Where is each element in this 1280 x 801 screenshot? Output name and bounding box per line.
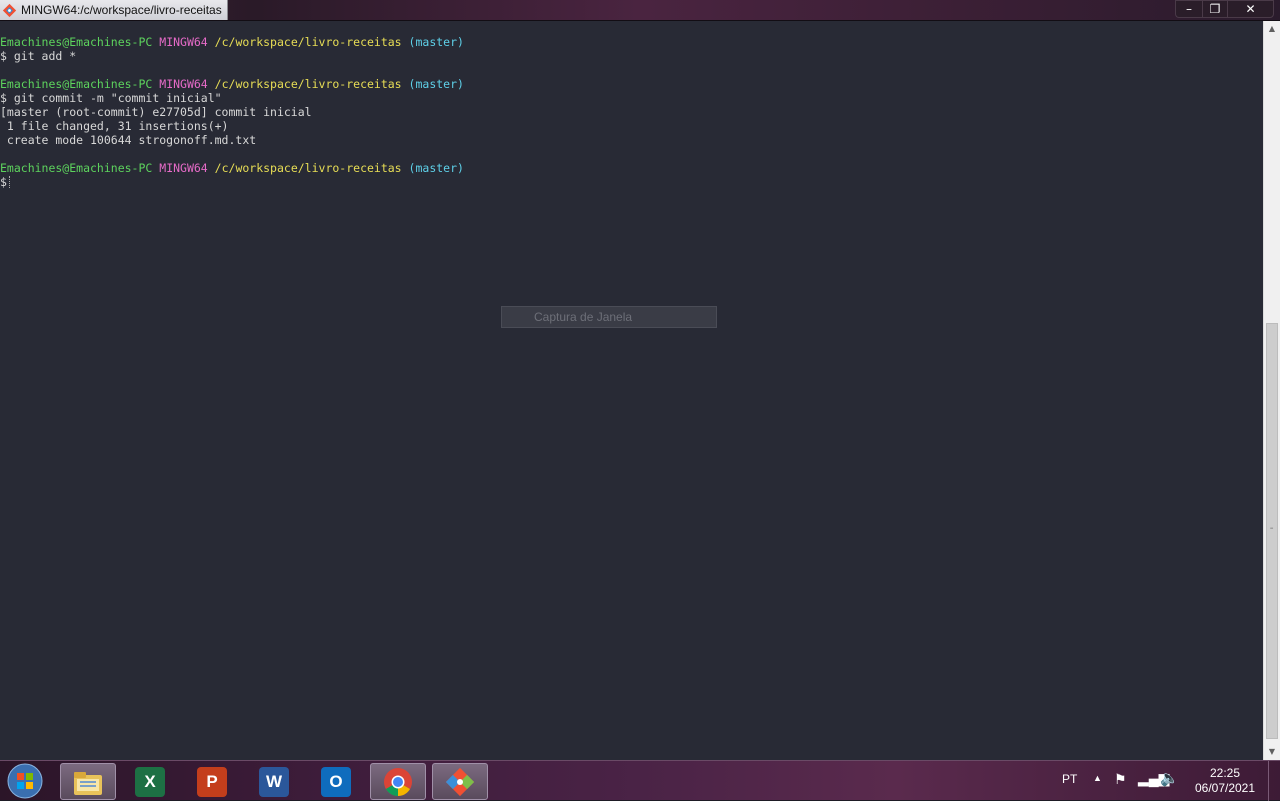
prompt-system: MINGW64	[159, 161, 208, 175]
git-logo-icon	[2, 3, 17, 17]
terminal-output-line: [master (root-commit) e27705d] commit in…	[0, 105, 312, 119]
window-capture-overlay: Captura de Janela	[501, 306, 717, 328]
prompt-branch: (master)	[408, 35, 464, 49]
terminal-prompt-line: Emachines@Emachines-PC MINGW64 /c/worksp…	[0, 77, 1262, 91]
terminal-prompt-line: Emachines@Emachines-PC MINGW64 /c/worksp…	[0, 35, 1262, 49]
title-tab: MINGW64:/c/workspace/livro-receitas	[0, 0, 228, 20]
text-cursor	[8, 176, 10, 188]
taskbar: XPWO PT ▲ ⚑ ▂▄▆ 🔈 22:25 06/07/2021	[0, 760, 1280, 801]
prompt-path: /c/workspace/livro-receitas	[214, 77, 402, 91]
show-desktop-button[interactable]	[1268, 761, 1280, 801]
prompt-user: Emachines@Emachines-PC	[0, 35, 153, 49]
system-tray: PT ▲ ⚑ ▂▄▆ 🔈 22:25 06/07/2021	[0, 761, 1280, 801]
prompt-branch: (master)	[408, 77, 464, 91]
terminal-prompt-line: Emachines@Emachines-PC MINGW64 /c/worksp…	[0, 161, 1262, 175]
clock-time: 22:25	[1209, 766, 1241, 780]
close-button[interactable]: ✕	[1227, 0, 1274, 18]
scroll-down-arrow-icon[interactable]: ▼	[1264, 744, 1280, 760]
terminal-window: MINGW64:/c/workspace/livro-receitas – ❐ …	[0, 0, 1280, 760]
prompt-system: MINGW64	[159, 35, 208, 49]
terminal-output[interactable]: Emachines@Emachines-PC MINGW64 /c/worksp…	[0, 35, 1262, 755]
input-prompt-symbol: $	[0, 175, 7, 189]
minimize-button[interactable]: –	[1175, 0, 1202, 18]
terminal-output-line: $ git add *	[0, 49, 77, 63]
prompt-path: /c/workspace/livro-receitas	[214, 161, 402, 175]
prompt-user: Emachines@Emachines-PC	[0, 161, 153, 175]
terminal-input-line: $	[0, 175, 1262, 189]
title-bar[interactable]: MINGW64:/c/workspace/livro-receitas – ❐ …	[0, 0, 1280, 21]
language-indicator[interactable]: PT	[1062, 772, 1077, 786]
clock-date: 06/07/2021	[1194, 781, 1256, 795]
prompt-branch: (master)	[408, 161, 464, 175]
scrollbar-grip-icon: ≡	[1270, 526, 1274, 532]
clock[interactable]: 22:25 06/07/2021	[1190, 766, 1260, 796]
volume-icon[interactable]: 🔈	[1160, 769, 1179, 787]
scrollbar-thumb[interactable]: ≡	[1266, 323, 1278, 739]
terminal-output-line: create mode 100644 strogonoff.md.txt	[0, 133, 257, 147]
show-hidden-icons-icon[interactable]: ▲	[1093, 773, 1102, 783]
window-title: MINGW64:/c/workspace/livro-receitas	[21, 3, 222, 17]
prompt-path: /c/workspace/livro-receitas	[214, 35, 402, 49]
scroll-up-arrow-icon[interactable]: ▲	[1264, 21, 1280, 37]
action-center-flag-icon[interactable]: ⚑	[1114, 771, 1127, 788]
maximize-button[interactable]: ❐	[1202, 0, 1227, 18]
terminal-output-line: 1 file changed, 31 insertions(+)	[0, 119, 229, 133]
terminal-output-line: $ git commit -m "commit inicial"	[0, 91, 222, 105]
prompt-user: Emachines@Emachines-PC	[0, 77, 153, 91]
prompt-system: MINGW64	[159, 77, 208, 91]
vertical-scrollbar[interactable]: ▲ ≡ ▼	[1263, 21, 1280, 760]
